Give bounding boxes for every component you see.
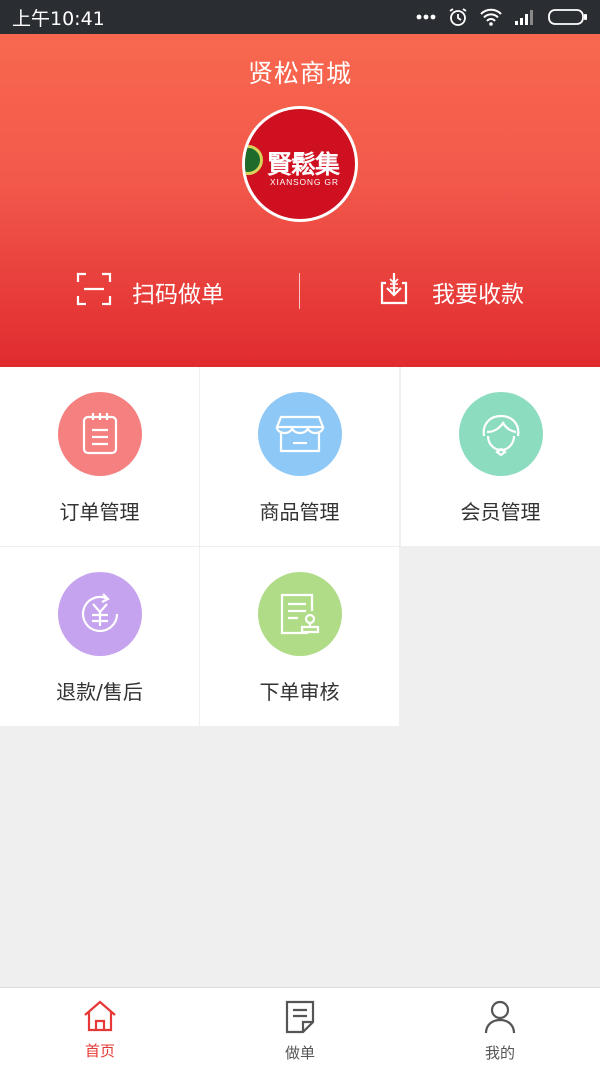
tab-make-order-label: 做单 (284, 1044, 315, 1062)
member-icon (458, 392, 543, 476)
order-management-button[interactable]: 订单管理 (0, 367, 199, 546)
make-order-icon (284, 1000, 316, 1038)
member-management-label: 会员管理 (460, 500, 541, 524)
tab-mine[interactable]: 我的 (400, 988, 600, 1067)
member-management-button[interactable]: 会员管理 (401, 367, 600, 546)
tab-make-order[interactable]: 做单 (200, 988, 400, 1067)
receive-payment-label: 我要收款 (432, 282, 524, 308)
receive-payment-icon (376, 271, 412, 313)
home-icon (83, 1000, 117, 1036)
alarm-icon (448, 7, 468, 27)
refund-icon (57, 572, 142, 656)
scan-order-label: 扫码做单 (132, 282, 224, 308)
order-review-button[interactable]: 下单审核 (200, 547, 399, 726)
logo-text-en: XIANSONG GR (270, 177, 339, 187)
store-icon (257, 392, 342, 476)
refund-aftersale-label: 退款/售后 (56, 680, 143, 704)
order-management-label: 订单管理 (59, 500, 140, 524)
wifi-icon (480, 8, 502, 26)
profile-icon (484, 1000, 516, 1038)
review-icon (257, 572, 342, 656)
order-review-label: 下单审核 (259, 680, 340, 704)
logo-emblem-icon (245, 145, 263, 175)
product-management-label: 商品管理 (259, 500, 340, 524)
battery-icon (548, 8, 588, 26)
signal-icon (514, 8, 536, 26)
header-actions: 扫码做单 我要收款 (0, 269, 600, 315)
refund-aftersale-button[interactable]: 退款/售后 (0, 547, 199, 726)
status-time: 上午10:41 (12, 7, 105, 30)
store-logo: 賢鬆集 XIANSONG GR (242, 106, 358, 222)
scan-icon (76, 271, 112, 313)
product-management-button[interactable]: 商品管理 (200, 367, 399, 546)
action-divider (299, 273, 300, 309)
status-bar: 上午10:41 (0, 0, 600, 34)
tab-mine-label: 我的 (484, 1044, 515, 1062)
logo-text-cn: 賢鬆集 (267, 150, 340, 179)
app-title: 贤松商城 (247, 59, 352, 88)
bottom-tab-bar: 首页 做单 我的 (0, 987, 600, 1067)
header: 贤松商城 賢鬆集 XIANSONG GR 扫码做单 我要收款 (0, 34, 600, 367)
receive-payment-button[interactable]: 我要收款 (300, 269, 600, 315)
more-dots-icon (416, 14, 436, 20)
order-list-icon (57, 392, 142, 476)
scan-order-button[interactable]: 扫码做单 (0, 269, 300, 315)
tab-home-label: 首页 (84, 1042, 115, 1060)
tab-home[interactable]: 首页 (0, 988, 200, 1067)
